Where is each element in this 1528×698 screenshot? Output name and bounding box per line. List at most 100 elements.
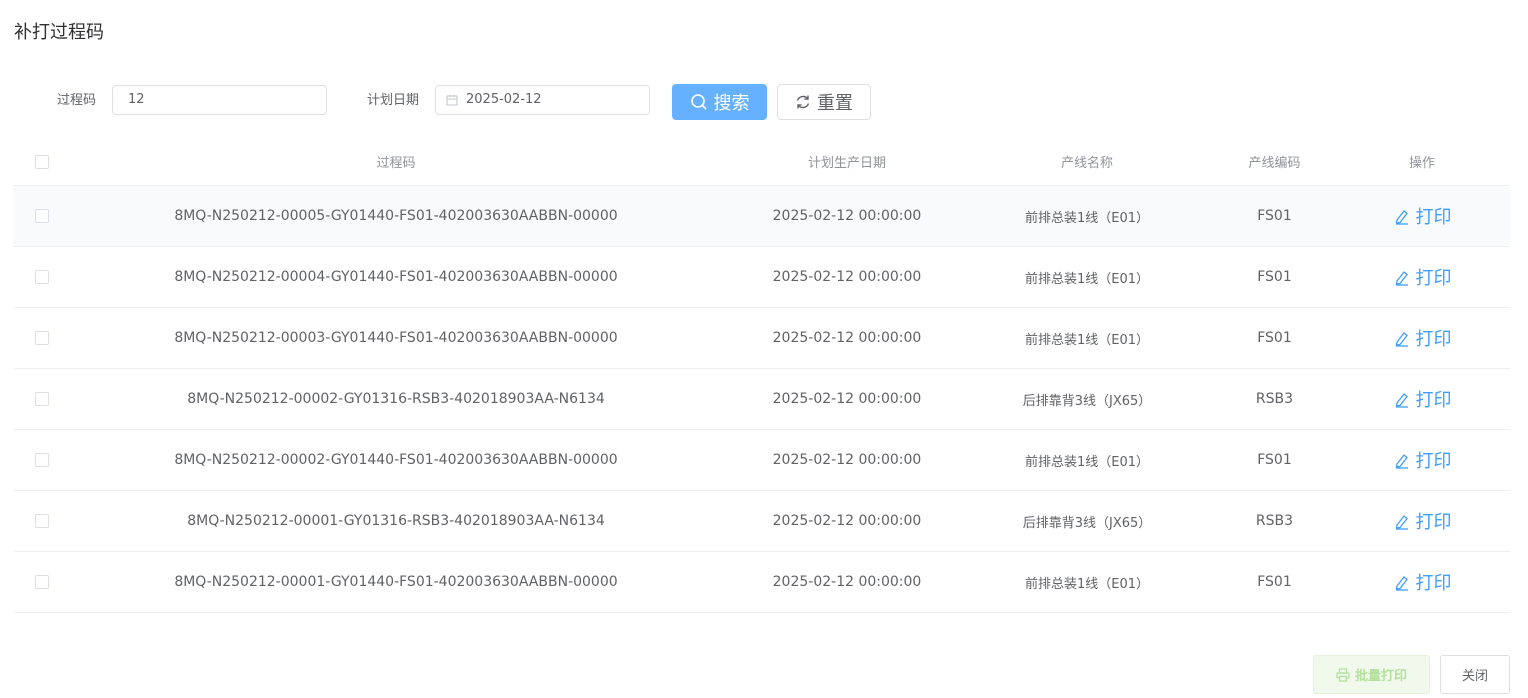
process-code-cell: 8MQ-N250212-00004-GY01440-FS01-402003630… <box>174 269 618 285</box>
edit-icon <box>1395 453 1408 469</box>
line-code-cell: FS01 <box>1257 574 1292 590</box>
process-code-cell: 8MQ-N250212-00002-GY01316-RSB3-402018903… <box>187 391 605 407</box>
row-checkbox[interactable] <box>35 209 49 223</box>
process-code-cell: 8MQ-N250212-00002-GY01440-FS01-402003630… <box>174 452 618 468</box>
table-row[interactable]: 8MQ-N250212-00002-GY01440-FS01-402003630… <box>14 430 1510 491</box>
edit-icon <box>1395 209 1408 225</box>
plan-date-cell: 2025-02-12 00:00:00 <box>772 208 922 224</box>
row-checkbox[interactable] <box>35 514 49 528</box>
print-button[interactable]: 打印 <box>1393 264 1452 290</box>
plan-date-cell: 2025-02-12 00:00:00 <box>772 330 922 346</box>
close-label: 关闭 <box>1461 669 1488 684</box>
print-button[interactable]: 打印 <box>1393 203 1452 229</box>
process-code-cell: 8MQ-N250212-00005-GY01440-FS01-402003630… <box>174 208 618 224</box>
edit-icon <box>1395 392 1408 408</box>
line-code-cell: RSB3 <box>1255 391 1294 407</box>
plan-date-cell: 2025-02-12 00:00:00 <box>772 391 922 407</box>
print-button[interactable]: 打印 <box>1393 325 1452 351</box>
line-code-cell: RSB3 <box>1255 513 1294 529</box>
row-checkbox[interactable] <box>35 331 49 345</box>
print-label: 打印 <box>1415 573 1452 594</box>
process-code-cell: 8MQ-N250212-00001-GY01316-RSB3-402018903… <box>187 513 605 529</box>
search-button[interactable]: 搜索 <box>672 84 767 120</box>
dialog-title: 补打过程码 <box>14 22 104 43</box>
operation-cell: 打印 <box>1347 308 1497 368</box>
printer-icon <box>1336 667 1350 682</box>
search-button-label: 搜索 <box>713 93 750 114</box>
operation-cell: 打印 <box>1347 186 1497 246</box>
process-code-cell: 8MQ-N250212-00001-GY01440-FS01-402003630… <box>174 574 618 590</box>
plan-date-cell: 2025-02-12 00:00:00 <box>772 452 922 468</box>
row-checkbox-cell <box>14 430 70 490</box>
header-line-name: 产线名称 <box>1060 156 1113 171</box>
plan-date-cell: 2025-02-12 00:00:00 <box>772 269 922 285</box>
line-name-cell: 前排总装1线（E01） <box>1024 332 1150 348</box>
table-row[interactable]: 8MQ-N250212-00003-GY01440-FS01-402003630… <box>14 308 1510 369</box>
line-name-cell: 前排总装1线（E01） <box>1024 454 1150 470</box>
process-code-cell: 8MQ-N250212-00003-GY01440-FS01-402003630… <box>174 330 618 346</box>
print-label: 打印 <box>1415 268 1452 289</box>
reset-button-label: 重置 <box>817 93 853 114</box>
row-checkbox[interactable] <box>35 453 49 467</box>
row-checkbox-cell <box>14 186 70 246</box>
table-row[interactable]: 8MQ-N250212-00004-GY01440-FS01-402003630… <box>14 247 1510 308</box>
print-button[interactable]: 打印 <box>1393 386 1452 412</box>
table-header: 过程码 计划生产日期 产线名称 产线编码 操作 <box>14 138 1510 186</box>
header-operation: 操作 <box>1408 156 1435 171</box>
code-label: 过程码 <box>57 93 97 108</box>
operation-cell: 打印 <box>1347 369 1497 429</box>
row-checkbox-cell <box>14 552 70 612</box>
date-label: 计划日期 <box>367 93 420 108</box>
print-label: 打印 <box>1415 329 1452 350</box>
row-checkbox-cell <box>14 308 70 368</box>
date-value: 2025-02-12 <box>466 92 542 107</box>
table-row[interactable]: 8MQ-N250212-00005-GY01440-FS01-402003630… <box>14 186 1510 247</box>
row-checkbox-cell <box>14 491 70 551</box>
plan-date-cell: 2025-02-12 00:00:00 <box>772 513 922 529</box>
date-picker[interactable]: 2025-02-12 <box>435 85 650 115</box>
row-checkbox[interactable] <box>35 270 49 284</box>
print-button[interactable]: 打印 <box>1393 508 1452 534</box>
header-date: 计划生产日期 <box>807 156 886 171</box>
edit-icon <box>1395 331 1408 347</box>
edit-icon <box>1395 270 1408 286</box>
table-row[interactable]: 8MQ-N250212-00001-GY01316-RSB3-402018903… <box>14 491 1510 552</box>
batch-print-button[interactable]: 批量打印 <box>1313 655 1430 694</box>
plan-date-cell: 2025-02-12 00:00:00 <box>772 574 922 590</box>
row-checkbox-cell <box>14 369 70 429</box>
row-checkbox[interactable] <box>35 392 49 406</box>
print-button[interactable]: 打印 <box>1393 447 1452 473</box>
operation-cell: 打印 <box>1347 491 1497 551</box>
operation-cell: 打印 <box>1347 247 1497 307</box>
code-input[interactable]: 12 <box>112 85 327 115</box>
refresh-icon <box>796 95 810 109</box>
line-name-cell: 后排靠背3线（JX65） <box>1022 515 1152 531</box>
search-form: 过程码 12 计划日期 2025-02-12 搜索 重置 <box>0 84 1528 120</box>
line-code-cell: FS01 <box>1257 208 1292 224</box>
line-code-cell: FS01 <box>1257 330 1292 346</box>
table-body: 8MQ-N250212-00005-GY01440-FS01-402003630… <box>14 186 1510 613</box>
operation-cell: 打印 <box>1347 552 1497 612</box>
operation-cell: 打印 <box>1347 430 1497 490</box>
row-checkbox[interactable] <box>35 575 49 589</box>
batch-print-label: 批量打印 <box>1354 669 1407 684</box>
edit-icon <box>1395 514 1408 530</box>
header-line-code: 产线编码 <box>1248 156 1301 171</box>
table-row[interactable]: 8MQ-N250212-00002-GY01316-RSB3-402018903… <box>14 369 1510 430</box>
line-name-cell: 前排总装1线（E01） <box>1024 210 1150 226</box>
search-icon <box>690 94 707 110</box>
print-button[interactable]: 打印 <box>1393 569 1452 595</box>
edit-icon <box>1395 575 1408 591</box>
calendar-icon <box>446 95 458 106</box>
table-row[interactable]: 8MQ-N250212-00001-GY01440-FS01-402003630… <box>14 552 1510 613</box>
close-button[interactable]: 关闭 <box>1440 655 1510 694</box>
reset-button[interactable]: 重置 <box>777 84 871 120</box>
line-name-cell: 后排靠背3线（JX65） <box>1022 393 1152 409</box>
print-label: 打印 <box>1415 207 1452 228</box>
header-code: 过程码 <box>376 156 416 171</box>
line-code-cell: FS01 <box>1257 452 1292 468</box>
select-all-checkbox[interactable] <box>35 154 49 169</box>
line-name-cell: 前排总装1线（E01） <box>1024 576 1150 592</box>
line-name-cell: 前排总装1线（E01） <box>1024 271 1150 287</box>
line-code-cell: FS01 <box>1257 269 1292 285</box>
